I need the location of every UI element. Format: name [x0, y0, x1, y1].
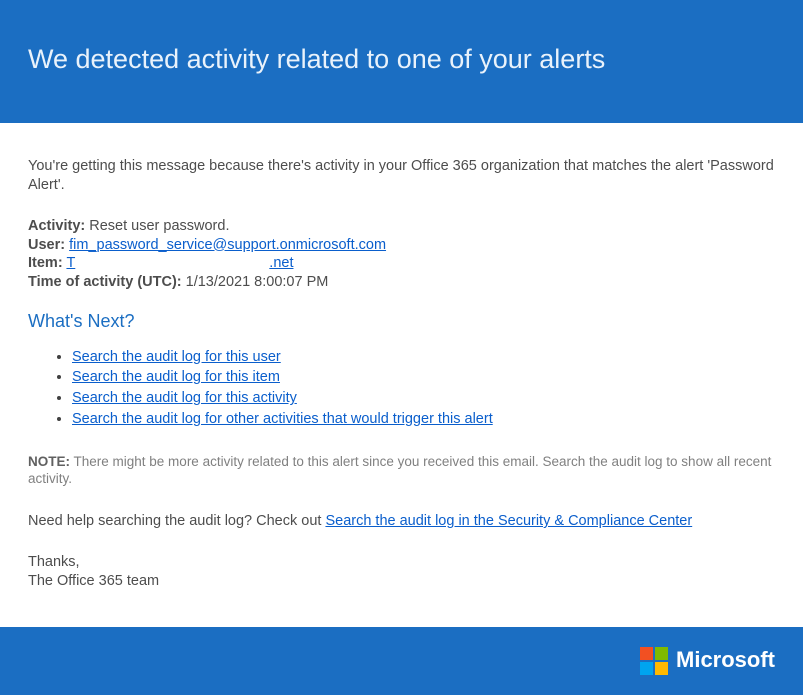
time-label: Time of activity (UTC): — [28, 274, 182, 290]
item-prefix: T — [66, 255, 75, 271]
audit-user-link[interactable]: Search the audit log for this user — [72, 349, 281, 365]
list-item: Search the audit log for this item — [72, 368, 775, 387]
activity-label: Activity: — [28, 218, 85, 234]
whats-next-heading: What's Next? — [28, 310, 775, 333]
audit-item-link[interactable]: Search the audit log for this item — [72, 369, 280, 385]
action-list: Search the audit log for this user Searc… — [28, 348, 775, 429]
microsoft-logo: Microsoft — [640, 646, 775, 675]
user-label: User: — [28, 237, 65, 253]
intro-text: You're getting this message because ther… — [28, 157, 775, 195]
audit-activity-link[interactable]: Search the audit log for this activity — [72, 390, 297, 406]
time-value: 1/13/2021 8:00:07 PM — [186, 274, 329, 290]
email-body: You're getting this message because ther… — [0, 129, 803, 626]
detail-item: Item: T .net — [28, 254, 775, 273]
item-link[interactable]: T .net — [66, 255, 293, 271]
signoff-team: The Office 365 team — [28, 573, 159, 589]
activity-value: Reset user password. — [89, 218, 229, 234]
list-item: Search the audit log for this user — [72, 348, 775, 367]
signoff-thanks: Thanks, — [28, 554, 80, 570]
audit-other-link[interactable]: Search the audit log for other activitie… — [72, 411, 493, 427]
signoff: Thanks, The Office 365 team — [28, 553, 775, 591]
detail-user: User: fim_password_service@support.onmic… — [28, 236, 775, 255]
detail-activity: Activity: Reset user password. — [28, 217, 775, 236]
microsoft-icon — [640, 647, 668, 675]
detail-time: Time of activity (UTC): 1/13/2021 8:00:0… — [28, 273, 775, 292]
alert-details: Activity: Reset user password. User: fim… — [28, 217, 775, 292]
page-title: We detected activity related to one of y… — [28, 42, 775, 77]
email-footer: Microsoft — [0, 627, 803, 695]
note-text: NOTE: There might be more activity relat… — [28, 453, 775, 488]
list-item: Search the audit log for this activity — [72, 389, 775, 408]
help-text: Need help searching the audit log? Check… — [28, 512, 775, 531]
item-redacted — [77, 259, 267, 273]
help-link[interactable]: Search the audit log in the Security & C… — [325, 513, 692, 529]
note-label: NOTE: — [28, 454, 70, 469]
list-item: Search the audit log for other activitie… — [72, 410, 775, 429]
item-label: Item: — [28, 255, 63, 271]
user-link[interactable]: fim_password_service@support.onmicrosoft… — [69, 237, 386, 253]
note-body: There might be more activity related to … — [28, 454, 771, 487]
help-prefix: Need help searching the audit log? Check… — [28, 513, 325, 529]
microsoft-wordmark: Microsoft — [676, 646, 775, 675]
item-suffix: .net — [269, 255, 293, 271]
email-header: We detected activity related to one of y… — [0, 0, 803, 123]
